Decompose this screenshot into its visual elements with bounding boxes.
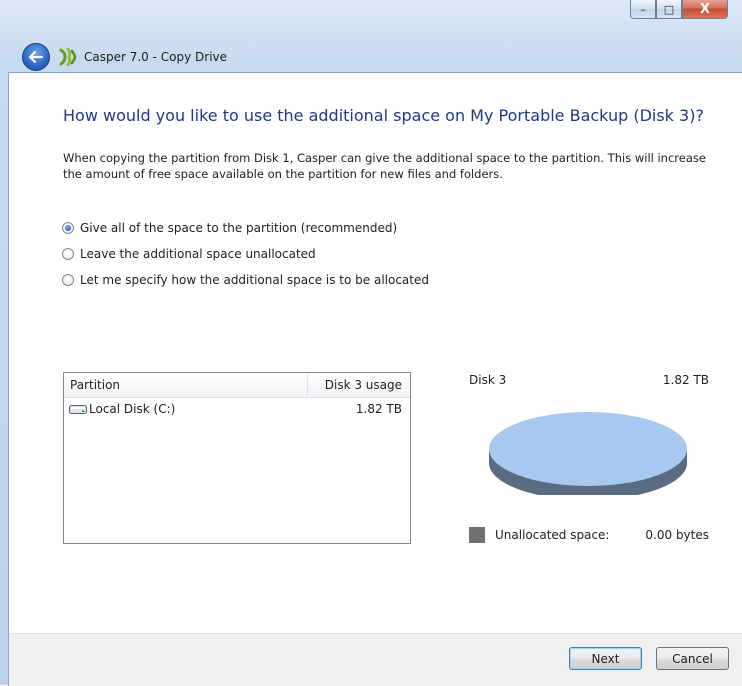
pie-top xyxy=(489,412,687,486)
radio-button[interactable] xyxy=(62,274,74,286)
page-heading: How would you like to use the additional… xyxy=(63,106,704,125)
partition-name: Local Disk (C:) xyxy=(89,402,176,416)
back-button[interactable] xyxy=(22,43,50,71)
legend-value: 0.00 bytes xyxy=(645,528,709,542)
column-header-partition[interactable]: Partition xyxy=(64,373,308,397)
option-specify-allocation[interactable]: Let me specify how the additional space … xyxy=(62,267,429,293)
close-button[interactable]: X xyxy=(682,0,728,19)
usage-cell: 1.82 TB xyxy=(355,402,402,416)
option-label[interactable]: Give all of the space to the partition (… xyxy=(80,221,397,235)
button-bar: Next Cancel xyxy=(9,633,742,686)
disk-usage-panel: Disk 3 1.82 TB Unallocated space: 0.00 b… xyxy=(469,373,709,543)
disk-name: Disk 3 xyxy=(469,373,507,387)
option-give-all-space[interactable]: Give all of the space to the partition (… xyxy=(62,215,429,241)
radio-selected-dot xyxy=(65,225,71,231)
legend-swatch xyxy=(469,527,485,543)
window-title: Casper 7.0 - Copy Drive xyxy=(84,50,228,64)
option-leave-unallocated[interactable]: Leave the additional space unallocated xyxy=(62,241,429,267)
cancel-button[interactable]: Cancel xyxy=(656,647,729,670)
disk-header: Disk 3 1.82 TB xyxy=(469,373,709,387)
space-allocation-options: Give all of the space to the partition (… xyxy=(62,215,429,293)
minimize-button[interactable]: – xyxy=(630,0,656,19)
option-label[interactable]: Leave the additional space unallocated xyxy=(80,247,316,261)
radio-button[interactable] xyxy=(62,222,74,234)
table-row[interactable]: Local Disk (C:) 1.82 TB xyxy=(64,398,410,420)
disk-size: 1.82 TB xyxy=(662,373,709,387)
next-button[interactable]: Next xyxy=(569,647,642,670)
casper-app-icon xyxy=(58,47,78,67)
legend-unallocated: Unallocated space: 0.00 bytes xyxy=(469,527,709,543)
back-arrow-icon xyxy=(29,51,43,63)
legend-label: Unallocated space: xyxy=(495,528,610,542)
drive-icon xyxy=(69,405,87,414)
column-header-disk-usage[interactable]: Disk 3 usage xyxy=(308,373,410,397)
option-label[interactable]: Let me specify how the additional space … xyxy=(80,273,429,287)
table-header: Partition Disk 3 usage xyxy=(64,373,410,398)
page-description: When copying the partition from Disk 1, … xyxy=(63,151,706,181)
partition-table: Partition Disk 3 usage Local Disk (C:) 1… xyxy=(63,372,411,544)
partition-cell: Local Disk (C:) xyxy=(64,402,308,416)
disk-pie-chart xyxy=(489,412,687,495)
maximize-button[interactable]: □ xyxy=(656,0,682,19)
titlebar: Casper 7.0 - Copy Drive xyxy=(22,43,227,71)
radio-button[interactable] xyxy=(62,248,74,260)
caption-buttons: – □ X xyxy=(630,0,728,19)
window-frame: – □ X Casper 7.0 - Copy Drive xyxy=(0,0,742,686)
